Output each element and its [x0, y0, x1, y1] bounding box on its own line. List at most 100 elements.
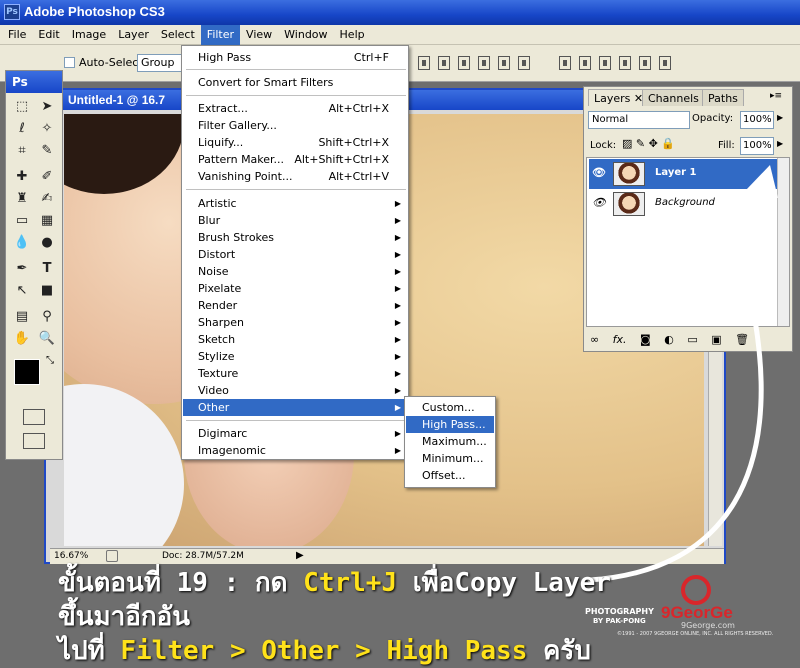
opacity-arrow-icon[interactable]: ▶	[777, 113, 783, 122]
distribute-left-icon[interactable]	[619, 56, 631, 70]
screen-mode-icon[interactable]	[23, 433, 45, 449]
menu-item-blur[interactable]: Blur ▶	[183, 212, 407, 229]
eyedropper-icon[interactable]: ⚲	[36, 307, 58, 327]
caption: ขั้นตอนที่ 19 : กด Ctrl+J เพื่อCopy Laye…	[58, 566, 618, 666]
healing-tool-icon[interactable]: ✚	[11, 167, 33, 187]
distribute-top-icon[interactable]	[559, 56, 571, 70]
zoom-level[interactable]: 16.67%	[54, 551, 88, 561]
align-icons	[414, 56, 675, 73]
auto-select-checkbox[interactable]	[64, 57, 75, 68]
foreground-color-swatch[interactable]	[14, 359, 40, 385]
menu-item-render[interactable]: Render ▶	[183, 297, 407, 314]
menu-item-vanishing-point[interactable]: Vanishing Point... Alt+Ctrl+V	[183, 168, 407, 185]
auto-select-dropdown[interactable]: Group	[137, 54, 183, 72]
menu-item-stylize[interactable]: Stylize ▶	[183, 348, 407, 365]
menu-item-last-filter[interactable]: High Pass Ctrl+F	[183, 49, 407, 66]
blur-tool-icon[interactable]: 💧	[11, 233, 33, 253]
marquee-tool-icon[interactable]: ⬚	[11, 97, 33, 117]
status-info-icon[interactable]	[106, 550, 118, 562]
doc-size: Doc: 28.7M/57.2M	[162, 551, 244, 561]
caption-line-1: ขั้นตอนที่ 19 : กด Ctrl+J เพื่อCopy Laye…	[58, 568, 611, 632]
menu-item-artistic[interactable]: Artistic ▶	[183, 195, 407, 212]
zoom-tool-icon[interactable]: 🔍	[36, 329, 58, 349]
move-tool-icon[interactable]: ➤	[36, 97, 58, 117]
menu-layer[interactable]: Layer	[112, 25, 155, 45]
gradient-tool-icon[interactable]: ▦	[36, 211, 58, 231]
stamp-tool-icon[interactable]: ♜	[11, 189, 33, 209]
quick-mask-icon[interactable]	[23, 409, 45, 425]
lock-icons[interactable]: ▨ ✎ ✥ 🔒	[622, 137, 675, 150]
submenu-offset[interactable]: Offset...	[406, 467, 494, 484]
swap-colors-icon[interactable]: ⤡	[46, 355, 54, 366]
menu-item-imagenomic[interactable]: Imagenomic ▶	[183, 442, 407, 459]
menu-item-digimarc[interactable]: Digimarc ▶	[183, 425, 407, 442]
distribute-right-icon[interactable]	[659, 56, 671, 70]
menu-filter[interactable]: Filter	[200, 24, 241, 45]
menu-item-sharpen[interactable]: Sharpen ▶	[183, 314, 407, 331]
align-left-icon[interactable]	[478, 56, 490, 70]
toolbox-logo: Ps	[6, 71, 62, 93]
menu-item-pattern-maker[interactable]: Pattern Maker... Alt+Shift+Ctrl+X	[183, 151, 407, 168]
history-brush-icon[interactable]: ✍	[36, 189, 58, 209]
magic-wand-icon[interactable]: ✧	[36, 119, 58, 139]
submenu-high-pass[interactable]: High Pass...	[406, 416, 494, 433]
align-top-icon[interactable]	[418, 56, 430, 70]
distribute-hcenter-icon[interactable]	[639, 56, 651, 70]
menu-item-convert-smart[interactable]: Convert for Smart Filters	[183, 74, 407, 91]
brush-tool-icon[interactable]: ✐	[36, 167, 58, 187]
menu-item-distort[interactable]: Distort ▶	[183, 246, 407, 263]
watermark-by: BY PAK-PONG	[593, 617, 646, 625]
toolbox: Ps ⬚ ➤ ℓ ✧ ⌗ ✎ ✚ ✐ ♜ ✍ ▭ ▦ 💧 ● ✒ T ↖ ■ ▤…	[5, 70, 63, 460]
menu-item-extract[interactable]: Extract... Alt+Ctrl+X	[183, 100, 407, 117]
align-bottom-icon[interactable]	[458, 56, 470, 70]
lasso-tool-icon[interactable]: ℓ	[11, 119, 33, 139]
panel-menu-icon[interactable]: ▸≡	[770, 91, 782, 101]
menu-item-brush-strokes[interactable]: Brush Strokes ▶	[183, 229, 407, 246]
hand-tool-icon[interactable]: ✋	[11, 329, 33, 349]
submenu-maximum[interactable]: Maximum...	[406, 433, 494, 450]
menu-item-video[interactable]: Video ▶	[183, 382, 407, 399]
menu-view[interactable]: View	[240, 25, 278, 45]
menu-image[interactable]: Image	[66, 25, 112, 45]
type-tool-icon[interactable]: T	[36, 259, 58, 279]
menu-item-filter-gallery[interactable]: Filter Gallery...	[183, 117, 407, 134]
watermark-photography: PHOTOGRAPHY	[585, 607, 654, 616]
status-arrow-icon[interactable]: ▶	[296, 550, 304, 561]
menu-select[interactable]: Select	[155, 25, 201, 45]
menu-item-sketch[interactable]: Sketch ▶	[183, 331, 407, 348]
tab-paths[interactable]: Paths	[702, 89, 744, 106]
align-hcenter-icon[interactable]	[498, 56, 510, 70]
watermark: PHOTOGRAPHY BY PAK-PONG 9GeorGe 9George.…	[585, 575, 797, 647]
slice-tool-icon[interactable]: ✎	[36, 141, 58, 161]
pen-tool-icon[interactable]: ✒	[11, 259, 33, 279]
dodge-tool-icon[interactable]: ●	[36, 233, 58, 253]
align-vcenter-icon[interactable]	[438, 56, 450, 70]
align-right-icon[interactable]	[518, 56, 530, 70]
tab-layers[interactable]: Layers ✕	[588, 89, 650, 106]
blend-mode-dropdown[interactable]: Normal	[588, 111, 690, 129]
filter-menu: High Pass Ctrl+F Convert for Smart Filter…	[181, 45, 409, 460]
menu-item-liquify[interactable]: Liquify... Shift+Ctrl+X	[183, 134, 407, 151]
menu-item-other[interactable]: Other ▶	[183, 399, 407, 416]
notes-tool-icon[interactable]: ▤	[11, 307, 33, 327]
tab-channels[interactable]: Channels	[642, 89, 705, 106]
menu-edit[interactable]: Edit	[32, 25, 65, 45]
menu-window[interactable]: Window	[278, 25, 333, 45]
shape-tool-icon[interactable]: ■	[36, 281, 58, 301]
submenu-minimum[interactable]: Minimum...	[406, 450, 494, 467]
menu-item-texture[interactable]: Texture ▶	[183, 365, 407, 382]
crop-tool-icon[interactable]: ⌗	[11, 141, 33, 161]
caption-line-2: ไปที่ Filter > Other > High Pass ครับ	[58, 636, 591, 666]
eraser-tool-icon[interactable]: ▭	[11, 211, 33, 231]
distribute-vcenter-icon[interactable]	[579, 56, 591, 70]
menu-help[interactable]: Help	[334, 25, 371, 45]
menu-item-noise[interactable]: Noise ▶	[183, 263, 407, 280]
fill-arrow-icon[interactable]: ▶	[777, 139, 783, 148]
submenu-custom[interactable]: Custom...	[406, 399, 494, 416]
distribute-bottom-icon[interactable]	[599, 56, 611, 70]
opacity-field[interactable]: 100%	[740, 111, 774, 129]
photo-shirt	[64, 384, 184, 546]
path-select-icon[interactable]: ↖	[11, 281, 33, 301]
menu-file[interactable]: File	[2, 25, 32, 45]
menu-item-pixelate[interactable]: Pixelate ▶	[183, 280, 407, 297]
